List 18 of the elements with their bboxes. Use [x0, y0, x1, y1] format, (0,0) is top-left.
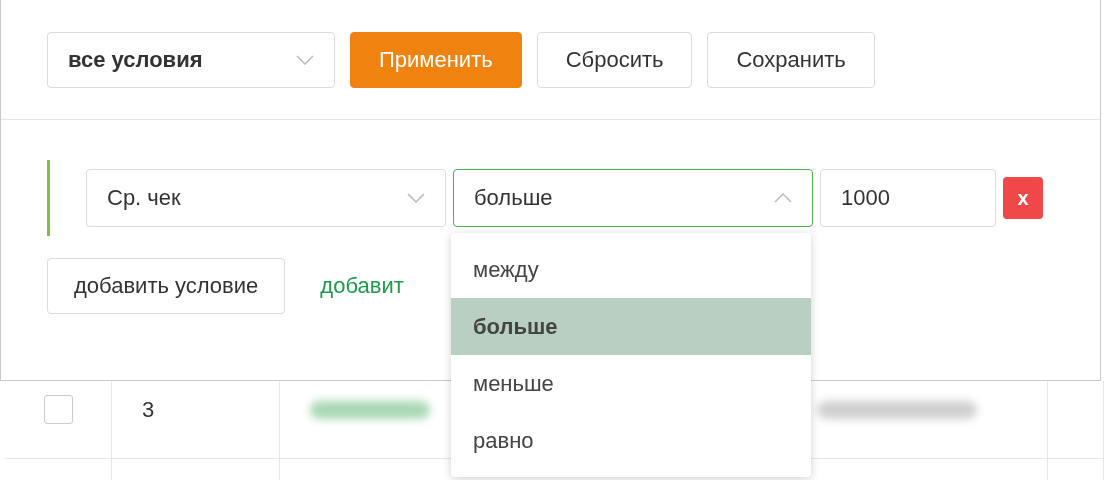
match-select[interactable]: все условия — [47, 31, 335, 88]
menu-item[interactable]: меньше — [451, 355, 811, 412]
value-field[interactable]: 1000 — [820, 169, 996, 227]
action-button[interactable]: Сбросить — [536, 31, 693, 88]
operator-select[interactable]: больше — [453, 169, 813, 227]
chevron-icon — [774, 193, 792, 203]
table-cell: 3 — [142, 396, 155, 423]
chevron-icon — [296, 54, 314, 65]
menu-item[interactable]: равно — [451, 412, 811, 469]
menu-item[interactable]: между — [451, 241, 811, 298]
action-button[interactable]: Сохранить — [707, 31, 875, 88]
chevron-icon — [407, 193, 425, 203]
field-select[interactable]: Ср. чек — [86, 169, 446, 227]
add-condition-button[interactable]: добавить условие — [47, 258, 286, 314]
remove-button[interactable]: x — [1003, 177, 1043, 219]
menu-item[interactable]: больше — [451, 298, 811, 355]
row-checkbox[interactable] — [43, 395, 73, 424]
add-link[interactable]: добавит — [320, 273, 404, 299]
